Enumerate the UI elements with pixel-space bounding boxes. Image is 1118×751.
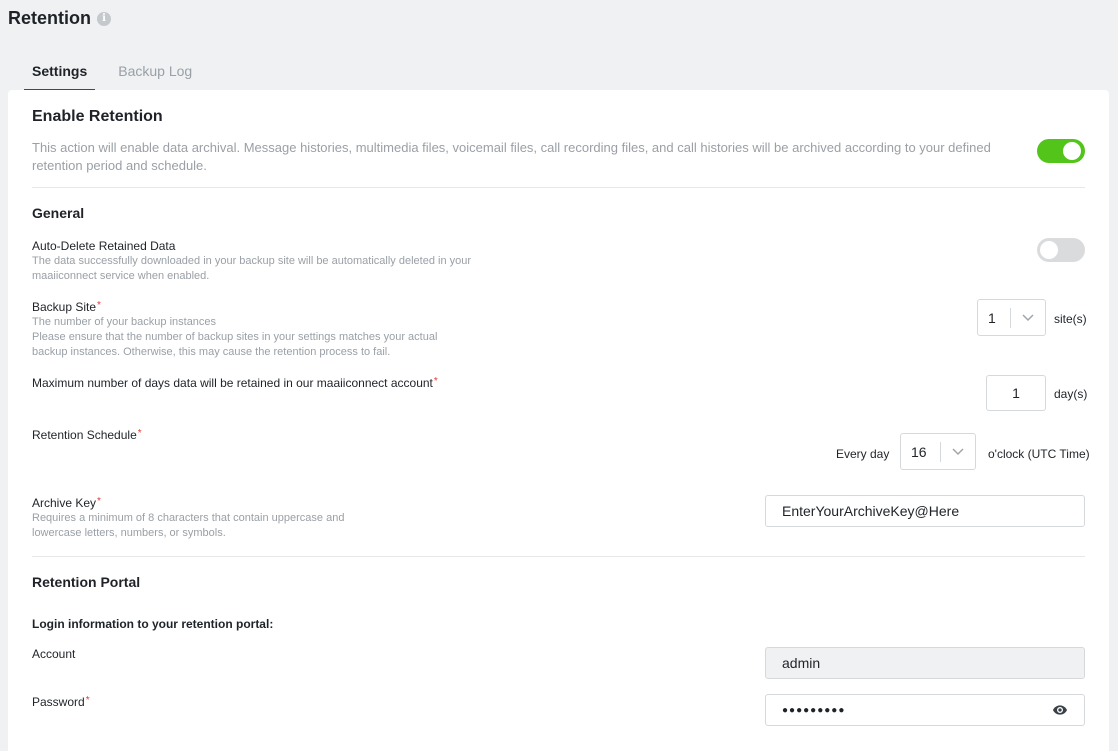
auto-delete-label: Auto-Delete Retained Data [32, 239, 176, 253]
password-input[interactable]: ●●●●●●●●● [765, 694, 1085, 726]
required-marker: * [137, 428, 142, 439]
divider [32, 556, 1085, 557]
account-label: Account [32, 647, 76, 661]
retention-portal-title: Retention Portal [32, 574, 141, 590]
tab-settings[interactable]: Settings [24, 60, 96, 92]
page-title: Retention i [8, 8, 111, 29]
max-days-label: Maximum number of days data will be reta… [32, 376, 438, 390]
max-days-label-text: Maximum number of days data will be reta… [32, 376, 433, 390]
required-marker: * [85, 695, 90, 706]
archive-key-description: Requires a minimum of 8 characters that … [32, 512, 345, 539]
enable-retention-toggle[interactable] [1037, 139, 1085, 163]
schedule-hour-value: 16 [911, 443, 927, 460]
backup-site-desc-2: Please ensure that the number of backup … [32, 331, 438, 358]
backup-site-label-text: Backup Site [32, 300, 97, 314]
max-days-input[interactable]: 1 [986, 375, 1046, 411]
required-marker: * [433, 376, 438, 387]
max-days-unit: day(s) [1054, 387, 1088, 401]
account-field: admin [765, 647, 1085, 679]
chevron-down-icon [1011, 313, 1045, 322]
backup-site-desc-1: The number of your backup instances [32, 316, 217, 328]
eye-icon[interactable] [1052, 702, 1068, 721]
chevron-down-icon [941, 447, 975, 456]
schedule-prefix: Every day [836, 447, 890, 461]
backup-site-unit: site(s) [1054, 312, 1087, 326]
required-marker: * [97, 496, 101, 507]
archive-key-label: Archive Key* [32, 496, 101, 510]
schedule-hour-select[interactable]: 16 [900, 433, 976, 470]
password-label: Password* [32, 695, 90, 709]
schedule-label: Retention Schedule* [32, 428, 142, 442]
auto-delete-toggle[interactable] [1037, 238, 1085, 262]
tab-backup-log[interactable]: Backup Log [110, 60, 200, 92]
backup-site-select[interactable]: 1 [977, 299, 1046, 336]
tab-bar: Settings Backup Log [24, 60, 215, 92]
auto-delete-description: The data successfully downloaded in your… [32, 255, 472, 282]
login-info-label: Login information to your retention port… [32, 617, 274, 631]
schedule-unit: o'clock (UTC Time) [988, 447, 1090, 461]
toggle-knob [1063, 142, 1081, 160]
enable-retention-title: Enable Retention [32, 108, 163, 125]
schedule-label-text: Retention Schedule [32, 428, 137, 442]
enable-retention-description: This action will enable data archival. M… [32, 140, 991, 173]
archive-key-input[interactable]: EnterYourArchiveKey@Here [765, 495, 1085, 527]
general-section-title: General [32, 205, 85, 221]
settings-card: Enable Retention This action will enable… [8, 90, 1109, 751]
toggle-knob [1040, 241, 1058, 259]
password-label-text: Password [32, 695, 85, 709]
backup-site-value: 1 [988, 309, 996, 326]
info-icon[interactable]: i [97, 11, 111, 26]
backup-site-label: Backup Site* [32, 300, 101, 314]
page-title-text: Retention [8, 8, 91, 28]
password-value: ●●●●●●●●● [782, 704, 846, 716]
divider [32, 187, 1085, 188]
archive-key-label-text: Archive Key [32, 496, 97, 510]
required-marker: * [97, 300, 101, 311]
